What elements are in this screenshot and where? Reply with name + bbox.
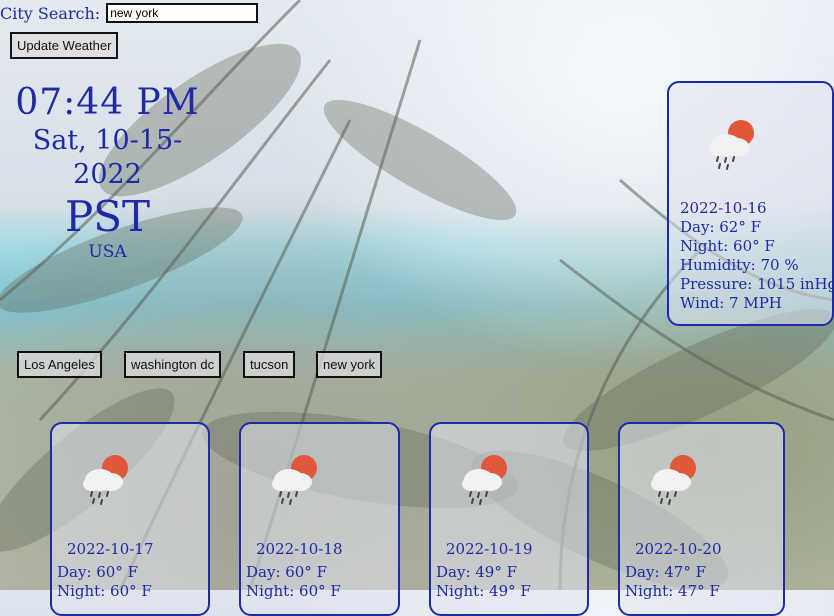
clock-country: USA bbox=[88, 242, 127, 262]
current-humidity: Humidity: 70 % bbox=[680, 256, 799, 274]
current-wind: Wind: 7 MPH bbox=[680, 294, 782, 312]
cloud-rain-sun-icon bbox=[704, 117, 760, 177]
current-pressure: Pressure: 1015 inHg bbox=[680, 275, 834, 293]
current-weather-details: 2022-10-16 Day: 62° F Night: 60° F Humid… bbox=[680, 199, 834, 313]
city-search-input[interactable] bbox=[106, 3, 259, 23]
history-button-new-york[interactable]: new york bbox=[316, 351, 383, 378]
history-button-tucson[interactable]: tucson bbox=[243, 351, 296, 378]
forecast-details: Day: 47° F Night: 47° F bbox=[625, 563, 720, 601]
cloud-rain-sun-icon bbox=[78, 452, 134, 512]
search-row: City Search: bbox=[0, 3, 259, 23]
cloud-rain-sun-icon bbox=[457, 452, 513, 512]
forecast-night-temp: Night: 49° F bbox=[436, 582, 531, 600]
forecast-night-temp: Night: 60° F bbox=[57, 582, 152, 600]
forecast-details: Day: 60° F Night: 60° F bbox=[246, 563, 341, 601]
forecast-night-temp: Night: 60° F bbox=[246, 582, 341, 600]
cloud-rain-sun-icon bbox=[267, 452, 323, 512]
current-day-temp: Day: 62° F bbox=[680, 218, 762, 236]
cloud-rain-sun-icon bbox=[646, 452, 702, 512]
forecast-day-temp: Day: 60° F bbox=[57, 563, 139, 581]
forecast-card: 2022-10-19 Day: 49° F Night: 49° F bbox=[429, 422, 589, 616]
search-label: City Search: bbox=[0, 3, 101, 23]
forecast-card: 2022-10-18 Day: 60° F Night: 60° F bbox=[239, 422, 400, 616]
history-button-los-angeles[interactable]: Los Angeles bbox=[17, 351, 102, 378]
forecast-date: 2022-10-18 bbox=[256, 540, 343, 558]
forecast-night-temp: Night: 47° F bbox=[625, 582, 720, 600]
forecast-details: Day: 60° F Night: 60° F bbox=[57, 563, 152, 601]
history-button-washington-dc[interactable]: washington dc bbox=[124, 351, 222, 378]
forecast-date: 2022-10-19 bbox=[446, 540, 533, 558]
forecast-day-temp: Day: 49° F bbox=[436, 563, 518, 581]
forecast-card: 2022-10-20 Day: 47° F Night: 47° F bbox=[618, 422, 785, 616]
clock-panel: 07:44 PM Sat, 10-15-2022 PST USA bbox=[10, 82, 205, 262]
forecast-details: Day: 49° F Night: 49° F bbox=[436, 563, 531, 601]
current-date: 2022-10-16 bbox=[680, 199, 767, 217]
clock-date: Sat, 10-15-2022 bbox=[32, 125, 183, 190]
forecast-day-temp: Day: 47° F bbox=[625, 563, 707, 581]
update-weather-button[interactable]: Update Weather bbox=[10, 32, 119, 59]
forecast-card: 2022-10-17 Day: 60° F Night: 60° F bbox=[50, 422, 210, 616]
forecast-day-temp: Day: 60° F bbox=[246, 563, 328, 581]
current-night-temp: Night: 60° F bbox=[680, 237, 775, 255]
current-weather-card: 2022-10-16 Day: 62° F Night: 60° F Humid… bbox=[667, 81, 834, 326]
clock-timezone: PST bbox=[64, 192, 151, 241]
forecast-date: 2022-10-20 bbox=[635, 540, 722, 558]
clock-time: 07:44 PM bbox=[15, 82, 200, 123]
forecast-date: 2022-10-17 bbox=[67, 540, 154, 558]
